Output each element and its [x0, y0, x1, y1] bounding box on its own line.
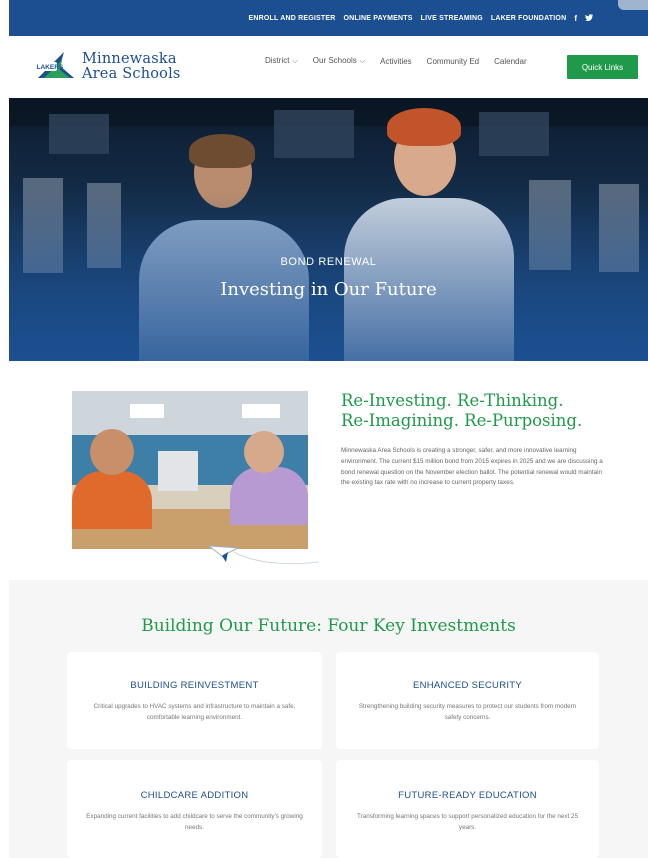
utility-link-streaming[interactable]: LIVE STREAMING — [421, 15, 483, 22]
main-nav: District ⌵ Our Schools ⌵ Activities Commun… — [265, 56, 527, 66]
browser-corner-chip — [618, 0, 648, 10]
card-title: ENHANCED SECURITY — [412, 680, 523, 691]
investment-card-security: ENHANCED SECURITY Strengthening building… — [336, 652, 599, 749]
photo-light — [242, 404, 280, 418]
site-logo[interactable]: LAKERS Minnewaska Area Schools — [34, 48, 181, 86]
logo-line-1: Minnewaska — [82, 51, 177, 67]
utility-bar: ENROLL AND REGISTER ONLINE PAYMENTS LIVE… — [9, 0, 648, 36]
utility-link-enroll[interactable]: ENROLL AND REGISTER — [248, 15, 335, 22]
hero-overlay — [9, 98, 648, 361]
photo-child-right — [230, 467, 308, 525]
nav-item-calendar[interactable]: Calendar — [494, 57, 526, 66]
intro-heading-line-1: Re-Investing. Re-Thinking. — [341, 391, 564, 410]
investment-card-education: FUTURE-READY EDUCATION Transforming lear… — [336, 760, 599, 858]
nav-item-our-schools[interactable]: Our Schools ⌵ — [313, 56, 365, 66]
page: ENROLL AND REGISTER ONLINE PAYMENTS LIVE… — [9, 0, 648, 858]
nav-item-our-schools-label: Our Schools — [312, 56, 357, 65]
twitter-icon[interactable] — [585, 13, 593, 23]
site-header: LAKERS Minnewaska Area Schools District ⌵… — [9, 36, 648, 98]
nav-item-district[interactable]: District ⌵ — [265, 56, 298, 66]
logo-badge-text: LAKERS — [37, 64, 64, 71]
intro-heading: Re-Investing. Re-Thinking. Re-Imagining.… — [341, 391, 621, 431]
browser-frame: ENROLL AND REGISTER ONLINE PAYMENTS LIVE… — [0, 0, 648, 858]
card-text: Critical upgrades to HVAC systems and in… — [93, 703, 296, 721]
facebook-icon[interactable]: f — [574, 14, 577, 23]
utility-link-payments[interactable]: ONLINE PAYMENTS — [343, 15, 412, 22]
chevron-down-icon: ⌵ — [359, 58, 366, 65]
lakers-logo-icon: LAKERS — [35, 52, 74, 78]
card-title: FUTURE-READY EDUCATION — [398, 790, 537, 801]
photo-child-right-head — [244, 431, 284, 473]
chevron-down-icon: ⌵ — [292, 58, 298, 65]
intro-body: Minnewaska Area Schools is creating a st… — [341, 447, 603, 487]
photo-child-left-head — [90, 429, 134, 475]
nav-item-activities[interactable]: Activities — [380, 57, 412, 66]
hero-banner: BOND RENEWAL Investing in Our Future — [9, 98, 648, 361]
logo-wordmark: Minnewaska Area Schools — [82, 52, 181, 82]
investment-card-childcare: CHILDCARE ADDITION Expanding current fac… — [67, 760, 322, 858]
card-title: BUILDING REINVESTMENT — [130, 680, 259, 691]
card-text: Strengthening building security measures… — [358, 703, 577, 721]
intro-heading-line-2: Re-Imagining. Re-Purposing. — [341, 411, 583, 430]
photo-shelf — [158, 451, 198, 491]
card-text: Transforming learning spaces to support … — [357, 813, 578, 831]
utility-link-foundation[interactable]: LAKER FOUNDATION — [491, 15, 566, 22]
paper-plane-icon — [207, 545, 320, 565]
hero-kicker: BOND RENEWAL — [280, 256, 377, 268]
nav-item-district-label: District — [265, 56, 290, 65]
photo-child-left — [72, 471, 152, 529]
investments-section: Building Our Future: Four Key Investment… — [9, 580, 648, 858]
quick-links-button[interactable]: Quick Links — [567, 55, 638, 79]
hero-title: Investing in Our Future — [220, 279, 437, 300]
card-text: Expanding current facilities to add chil… — [86, 813, 303, 831]
investments-title: Building Our Future: Four Key Investment… — [141, 616, 516, 636]
classroom-photo — [72, 391, 308, 549]
investment-card-building: BUILDING REINVESTMENT Critical upgrades … — [67, 652, 322, 749]
logo-line-2: Area Schools — [82, 66, 181, 82]
photo-light — [130, 404, 164, 418]
nav-item-community-ed[interactable]: Community Ed — [427, 57, 479, 66]
card-title: CHILDCARE ADDITION — [140, 790, 249, 801]
